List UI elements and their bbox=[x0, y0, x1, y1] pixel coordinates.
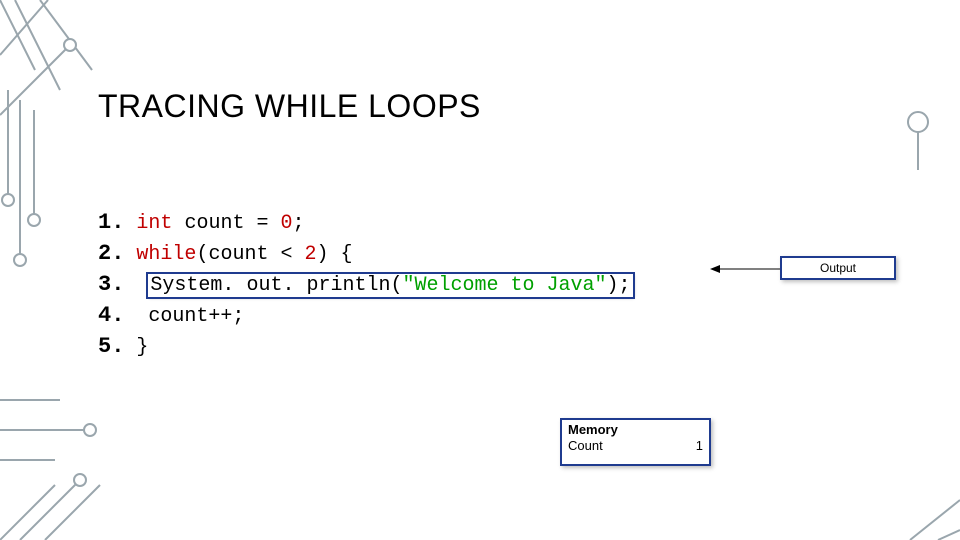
literal-zero: 0 bbox=[280, 212, 292, 235]
slide: TRACING WHILE LOOPS 1. int count = 0; 2.… bbox=[0, 0, 960, 540]
keyword-int: int bbox=[136, 212, 172, 235]
memory-value: 1 bbox=[696, 438, 703, 454]
memory-title: Memory bbox=[568, 422, 703, 438]
code-text: count = bbox=[172, 212, 280, 235]
arrow-icon bbox=[710, 264, 782, 274]
slide-title: TRACING WHILE LOOPS bbox=[98, 88, 481, 125]
code-call: System. out. println( bbox=[150, 274, 402, 297]
code-statement: count++; bbox=[148, 305, 244, 328]
code-text: ) { bbox=[316, 243, 352, 266]
memory-var: Count bbox=[568, 438, 603, 454]
output-box: Output bbox=[780, 256, 896, 280]
line-number: 3. bbox=[98, 272, 124, 297]
close-brace: } bbox=[136, 336, 148, 359]
keyword-while: while bbox=[136, 243, 196, 266]
semicolon: ; bbox=[292, 212, 304, 235]
line-number: 1. bbox=[98, 210, 124, 235]
indent bbox=[124, 305, 148, 328]
current-line-highlight: System. out. println("Welcome to Java"); bbox=[148, 274, 632, 297]
line-number: 5. bbox=[98, 334, 124, 359]
code-block: 1. int count = 0; 2. while(count < 2) { … bbox=[98, 178, 633, 393]
code-text: (count < bbox=[196, 243, 304, 266]
output-label: Output bbox=[820, 261, 856, 275]
line-number: 4. bbox=[98, 303, 124, 328]
line-number: 2. bbox=[98, 241, 124, 266]
literal-two: 2 bbox=[304, 243, 316, 266]
indent bbox=[124, 274, 148, 297]
string-literal: "Welcome to Java" bbox=[402, 274, 606, 297]
memory-row: Count 1 bbox=[568, 438, 703, 454]
code-end: ); bbox=[607, 274, 631, 297]
memory-box: Memory Count 1 bbox=[560, 418, 711, 466]
